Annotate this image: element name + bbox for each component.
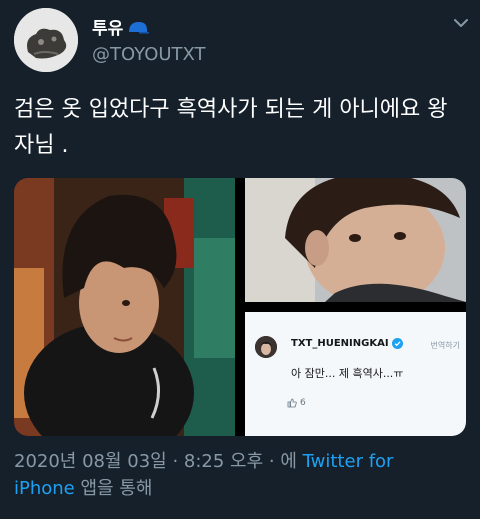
thumbs-up-icon — [287, 398, 297, 408]
chevron-down-icon[interactable] — [450, 12, 472, 34]
user-handle[interactable]: @TOYOUTXT — [92, 44, 206, 65]
card-likes-count: 6 — [300, 398, 306, 408]
tweet-text: 검은 옷 입었다구 흑역사가 되는 게 아니에요 왕자님 . — [14, 97, 448, 158]
tweet-timestamp[interactable]: 2020년 08월 03일 · 8:25 오후 · 에 — [14, 451, 297, 472]
child-photo-left[interactable] — [14, 178, 235, 436]
tweet-screenshot-card[interactable]: TXT_HUENINGKAI 번역하기 아 잠만... 제 흑역사...ㅠ 6 — [245, 312, 466, 436]
child-photo-closeup[interactable] — [245, 178, 466, 302]
card-avatar — [255, 336, 277, 358]
media-grid: TXT_HUENINGKAI 번역하기 아 잠만... 제 흑역사...ㅠ 6 — [14, 178, 466, 436]
translate-label: 번역하기 — [430, 341, 460, 350]
card-text: 아 잠만... 제 흑역사...ㅠ — [291, 367, 404, 380]
tweet-source-line1[interactable]: Twitter for — [303, 451, 394, 472]
card-username-text: TXT_HUENINGKAI — [291, 338, 389, 349]
tweet-meta: 2020년 08월 03일 · 8:25 오후 · 에 Twitter for … — [14, 448, 466, 502]
profile-avatar[interactable] — [14, 8, 78, 72]
tweet-via-label: 앱을 통해 — [80, 478, 153, 499]
tweet-source-line2[interactable]: iPhone — [14, 478, 75, 499]
card-likes: 6 — [287, 398, 306, 408]
blue-cap-icon — [129, 21, 150, 33]
display-name-text: 투유 — [92, 19, 124, 39]
display-name[interactable]: 투유 — [92, 14, 150, 39]
card-username: TXT_HUENINGKAI — [291, 338, 403, 349]
verified-badge-icon — [391, 338, 403, 349]
